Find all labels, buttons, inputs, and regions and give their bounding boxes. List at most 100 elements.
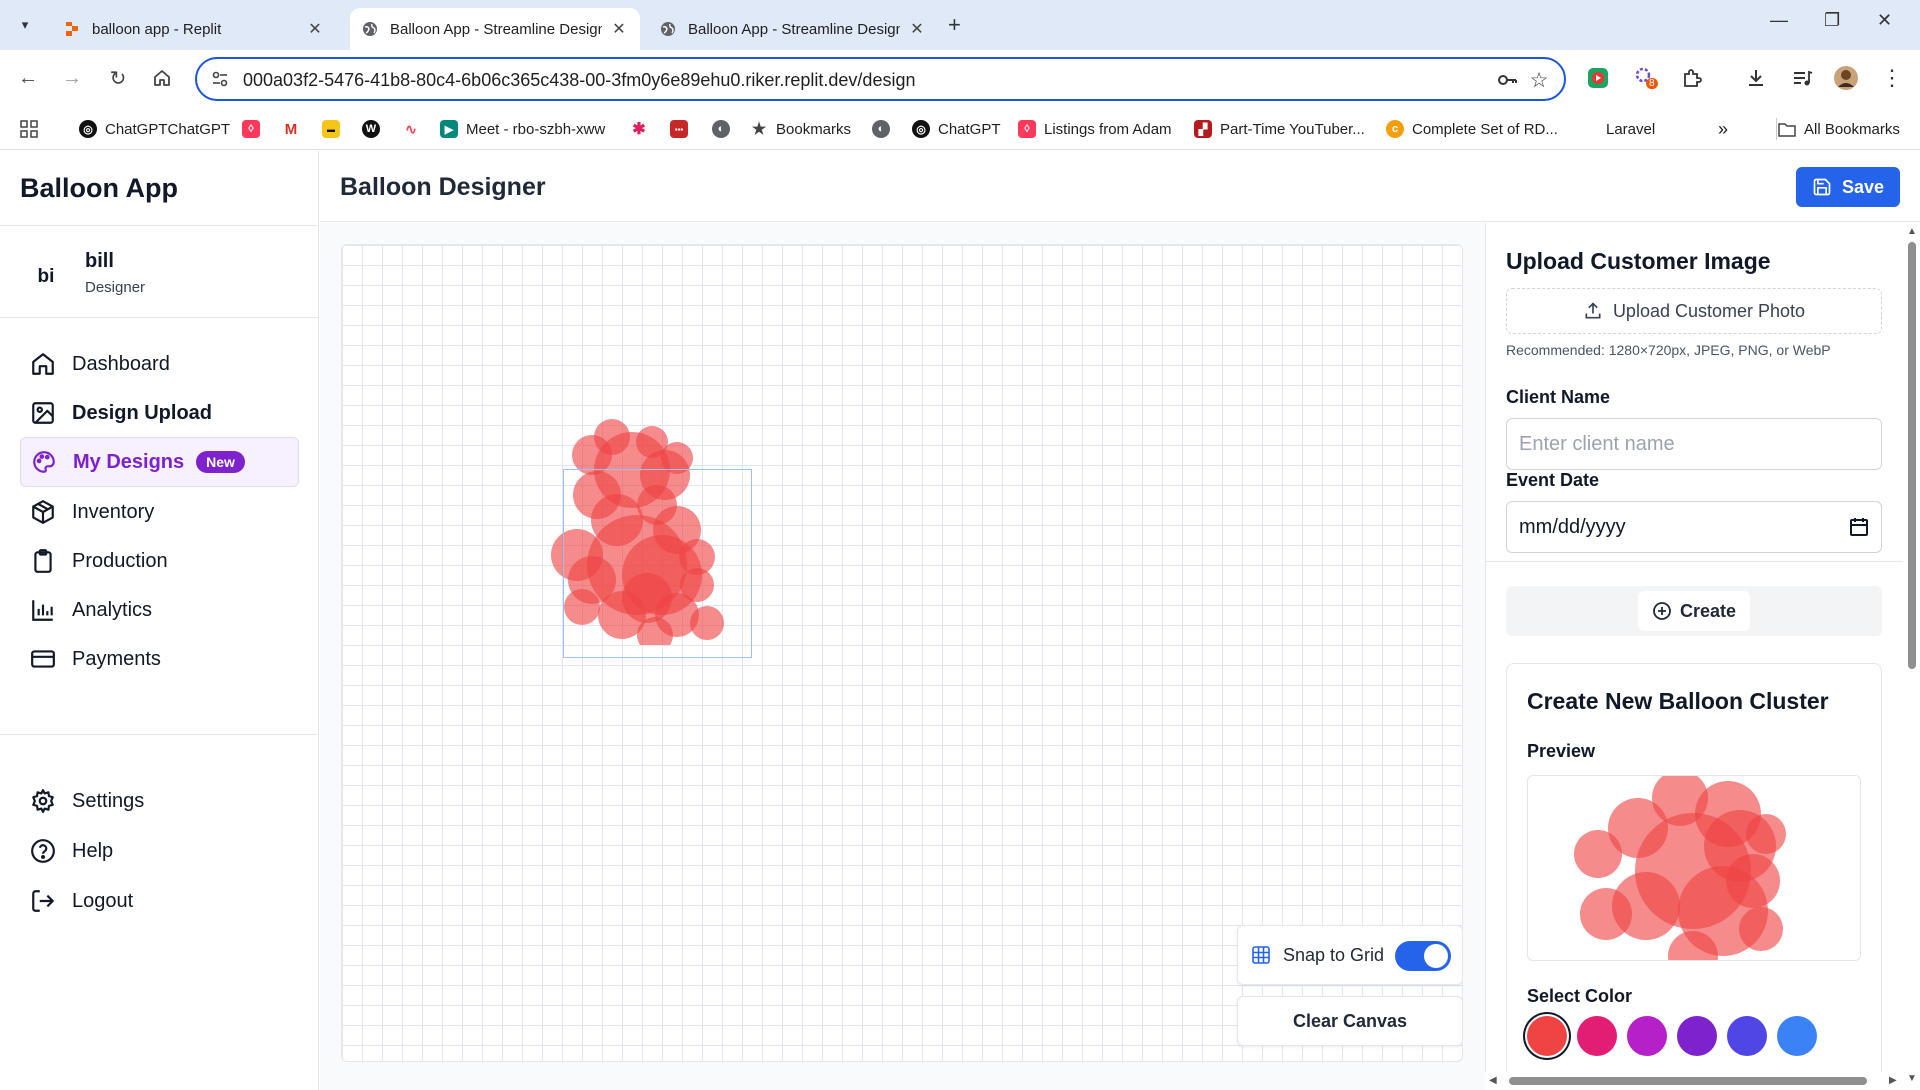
bookmark-globe[interactable]: ◐ [712,118,738,140]
panel-vertical-scrollbar[interactable]: ▲ ▼ [1903,223,1920,1090]
page-header: Balloon Designer Save [320,151,1920,222]
bookmark-yellow[interactable]: ▬ [322,118,348,140]
bookmark-globe-2[interactable]: ◐ [872,118,898,140]
bookmark-listings[interactable]: ◊ Listings from Adam [1018,118,1172,140]
sidebar-item-my-designs[interactable]: My Designs New [20,437,299,487]
clapperboard-icon: ▞ [1194,120,1212,138]
bookmark-bookmarks-folder[interactable]: ★ Bookmarks [750,118,851,140]
reload-icon[interactable]: ↻ [104,64,132,92]
sidebar-divider [0,734,319,735]
selection-bounding-box[interactable] [563,469,752,658]
back-arrow-icon[interactable]: ← [14,64,42,92]
calendar-icon[interactable] [1849,517,1869,537]
bookmark-meet[interactable]: ▶ Meet - rbo-szbh-xww [440,118,605,140]
browser-menu-kebab-icon[interactable]: ⋮ [1878,64,1906,92]
bookmark-airbnb[interactable]: ◊ [242,118,268,140]
bookmark-youtuber[interactable]: ▞ Part-Time YouTuber... [1194,118,1365,140]
scrollbar-thumb[interactable] [1908,242,1916,669]
more-bookmarks-chevron-icon[interactable]: » [1718,118,1728,140]
home-icon [32,353,54,375]
color-swatch-pink[interactable] [1577,1016,1617,1056]
sidebar-item-dashboard[interactable]: Dashboard [20,339,299,389]
bookmark-rd-set[interactable]: c Complete Set of RD... [1386,118,1558,140]
create-button[interactable]: Create [1638,591,1750,631]
scroll-right-arrow-icon[interactable]: ▶ [1889,1075,1897,1086]
tab-balloon-app-replit[interactable]: balloon app - Replit ✕ [52,8,336,50]
sidebar-item-analytics[interactable]: Analytics [20,585,299,635]
sidebar-item-help[interactable]: Help [20,826,299,876]
scroll-down-arrow-icon[interactable]: ▼ [1907,1073,1917,1084]
apps-grid-icon[interactable] [20,118,38,140]
minimize-window-icon[interactable]: — [1770,10,1788,31]
cluster-card-title: Create New Balloon Cluster [1527,688,1829,714]
bookmark-chatgpt-2[interactable]: ◎ ChatGPT [912,118,1001,140]
new-badge: New [196,451,245,473]
scroll-left-arrow-icon[interactable]: ◀ [1489,1075,1497,1086]
sidebar-divider [0,225,319,226]
color-swatch-purple[interactable] [1677,1016,1717,1056]
tab-balloon-app-streamline[interactable]: Balloon App - Streamline Design ✕ [648,8,938,50]
close-tab-icon[interactable]: ✕ [908,19,926,39]
design-canvas[interactable]: Snap to Grid Clear Canvas [341,244,1463,1062]
password-key-icon[interactable] [1495,68,1519,92]
close-tab-icon[interactable]: ✕ [306,19,324,39]
bookmark-label: Listings from Adam [1044,120,1172,138]
upload-customer-photo-button[interactable]: Upload Customer Photo [1506,288,1882,334]
tab-search-chevron-icon[interactable]: ▾ [12,12,38,38]
design-workspace: Snap to Grid Clear Canvas [320,223,1485,1090]
page-title: Balloon Designer [340,173,546,201]
snap-to-grid-toggle[interactable] [1395,941,1451,971]
color-swatch-red[interactable] [1527,1016,1567,1056]
sidebar-item-design-upload[interactable]: Design Upload [20,388,299,438]
scrollbar-thumb[interactable] [1509,1077,1867,1085]
clear-canvas-button[interactable]: Clear Canvas [1237,996,1462,1046]
color-swatch-blue[interactable] [1777,1016,1817,1056]
address-bar[interactable]: 000a03f2-5476-41b8-80c4-6b06c365c438-00-… [195,57,1566,101]
snap-to-grid-label: Snap to Grid [1283,945,1385,965]
extensions-puzzle-icon[interactable] [1678,64,1706,92]
all-bookmarks[interactable]: All Bookmarks [1778,118,1900,140]
extension-with-badge-icon[interactable]: 8 [1632,64,1660,92]
bookmark-slack[interactable]: ✱ [630,118,656,140]
sidebar-item-inventory[interactable]: Inventory [20,487,299,537]
url-text[interactable]: 000a03f2-5476-41b8-80c4-6b06c365c438-00-… [243,70,915,91]
save-button[interactable]: Save [1796,167,1900,207]
sidebar-item-settings[interactable]: Settings [20,776,299,826]
credit-card-icon [31,650,55,668]
youtube-extension-icon[interactable] [1584,64,1612,92]
close-window-icon[interactable]: ✕ [1877,10,1892,31]
bookmark-monday[interactable]: ∿ [402,118,428,140]
close-tab-icon[interactable]: ✕ [610,19,628,39]
color-swatch-magenta[interactable] [1627,1016,1667,1056]
scroll-up-arrow-icon[interactable]: ▲ [1907,226,1917,237]
profile-avatar-icon[interactable] [1832,64,1860,92]
event-date-input[interactable]: mm/dd/yyyy [1506,501,1882,553]
download-icon[interactable] [1742,64,1770,92]
bookmark-gmail[interactable]: M [282,118,308,140]
bookmark-label: ChatGPT [938,120,1001,138]
clipboard-icon [34,549,52,573]
bookmark-star-icon[interactable]: ☆ [1527,68,1551,92]
media-controls-icon[interactable] [1788,64,1816,92]
sidebar-item-logout[interactable]: Logout [20,876,299,926]
sidebar-item-payments[interactable]: Payments [20,634,299,684]
bookmark-red-site[interactable]: ▪▪▪ [670,118,696,140]
panel-horizontal-scrollbar[interactable]: ◀ ▶ [1485,1072,1903,1090]
bookmark-label: Meet - rbo-szbh-xww [466,120,606,138]
maximize-window-icon[interactable]: ❐ [1824,10,1840,31]
star-folder-icon: ★ [750,120,768,138]
bookmark-w[interactable]: W [362,118,388,140]
tab-balloon-app-streamline-active[interactable]: Balloon App - Streamline Design ✕ [350,8,640,50]
sidebar-item-production[interactable]: Production [20,536,299,586]
preview-balloon-cluster [1574,776,1786,960]
new-tab-plus-icon[interactable]: + [948,12,961,38]
color-swatch-indigo[interactable] [1727,1016,1767,1056]
client-name-input[interactable]: Enter client name [1506,418,1882,470]
bookmark-label: Bookmarks [776,120,852,138]
sidebar-item-label: Payments [72,647,161,670]
bookmark-laravel[interactable]: Laravel [1606,118,1655,140]
home-browser-icon[interactable] [148,64,176,92]
bookmark-chatgpt-1[interactable]: ◎ ChatGPTChatGPT [79,118,230,140]
site-settings-icon[interactable] [211,70,229,88]
forward-arrow-icon[interactable]: → [58,64,86,92]
